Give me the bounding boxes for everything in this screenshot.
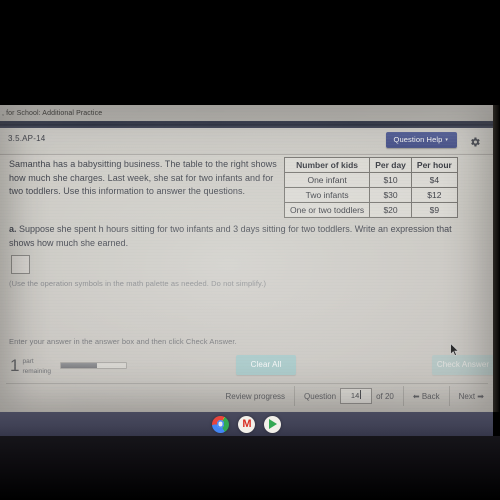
check-answer-button[interactable]: Check Answer	[432, 355, 493, 375]
table-cell: One or two toddlers	[283, 202, 371, 218]
gear-icon[interactable]	[469, 135, 481, 147]
question-label: Question	[304, 391, 337, 401]
question-number-input[interactable]: 14	[340, 388, 373, 404]
parts-remaining-label: part remaining	[22, 356, 51, 375]
question-part-a: a. Suppose she spent h hours sitting for…	[9, 223, 475, 250]
photographed-screen-frame: , for School: Additional Practice 3.5.AP…	[0, 0, 500, 500]
browser-tab-strip[interactable]: , for School: Additional Practice	[0, 105, 493, 121]
bottom-nav-bar: Review progress Question 14 of 20 ⬅ Back…	[0, 384, 493, 408]
back-label: Back	[421, 391, 440, 401]
table-row: One or two toddlers $20 $9	[283, 202, 458, 218]
table-cell: $10	[369, 172, 412, 188]
exercise-id: 3.5.AP-14	[8, 134, 46, 143]
part-a-text: Suppose she spent h hours sitting for tw…	[9, 224, 452, 248]
question-stem: Samantha has a babysitting business. The…	[9, 159, 277, 196]
arrow-right-icon: ➡	[477, 391, 484, 401]
back-button[interactable]: ⬅ Back	[404, 384, 449, 408]
question-help-label: Question Help	[393, 135, 443, 144]
text-caret	[360, 390, 362, 399]
app-accent-band	[0, 121, 493, 128]
question-number-value: 14	[350, 391, 360, 400]
gmail-icon[interactable]	[238, 415, 255, 433]
parts-remaining-line1: part	[22, 358, 34, 365]
footer-instruction: Enter your answer in the answer box and …	[9, 337, 237, 346]
table-row: One infant $10 $4	[283, 172, 458, 188]
progress-bar-fill	[61, 363, 97, 368]
next-button[interactable]: Next ➡	[450, 384, 493, 408]
browser-tab-title[interactable]: , for School: Additional Practice	[0, 110, 102, 117]
desk-area	[0, 436, 500, 500]
play-store-icon[interactable]	[264, 415, 281, 433]
table-header-row: Number of kids Per day Per hour	[283, 157, 458, 173]
rates-table: Number of kids Per day Per hour One infa…	[283, 157, 458, 218]
table-header-cell: Number of kids	[283, 157, 371, 173]
next-label: Next	[458, 391, 476, 401]
review-progress-link[interactable]: Review progress	[216, 384, 294, 408]
table-cell: Two infants	[283, 187, 371, 203]
laptop-screen: , for School: Additional Practice 3.5.AP…	[0, 105, 493, 412]
chevron-down-icon: ▾	[445, 137, 448, 143]
parts-remaining: 1 part remaining	[10, 356, 128, 375]
table-row: Two infants $30 $12	[283, 187, 458, 203]
clear-all-button[interactable]: Clear All	[236, 355, 296, 375]
table-cell: $30	[369, 187, 412, 203]
question-selector: Question 14 of 20	[295, 384, 403, 408]
answer-hint: (Use the operation symbols in the math p…	[9, 279, 267, 288]
os-taskbar[interactable]	[0, 412, 493, 436]
question-body: Samantha has a babysitting business. The…	[0, 155, 493, 412]
parts-remaining-line2: remaining	[22, 367, 52, 375]
table-header-cell: Per day	[369, 157, 412, 173]
answer-input[interactable]	[11, 255, 30, 274]
progress-bar	[60, 362, 128, 369]
arrow-left-icon: ⬅	[412, 391, 420, 401]
exercise-header: 3.5.AP-14 Question Help ▾	[0, 128, 493, 154]
chrome-icon[interactable]	[212, 415, 229, 433]
monitor-right-bezel	[493, 105, 500, 412]
mouse-cursor	[450, 342, 460, 362]
part-a-label: a.	[9, 224, 17, 234]
table-cell: $4	[410, 172, 458, 188]
table-cell: $9	[410, 202, 458, 218]
parts-remaining-count: 1	[10, 356, 20, 375]
question-help-button[interactable]: Question Help ▾	[385, 132, 457, 148]
table-header-cell: Per hour	[410, 157, 458, 173]
table-cell: One infant	[283, 172, 371, 188]
question-total-label: of 20	[376, 391, 394, 401]
table-cell: $20	[369, 202, 412, 218]
table-cell: $12	[410, 187, 458, 203]
